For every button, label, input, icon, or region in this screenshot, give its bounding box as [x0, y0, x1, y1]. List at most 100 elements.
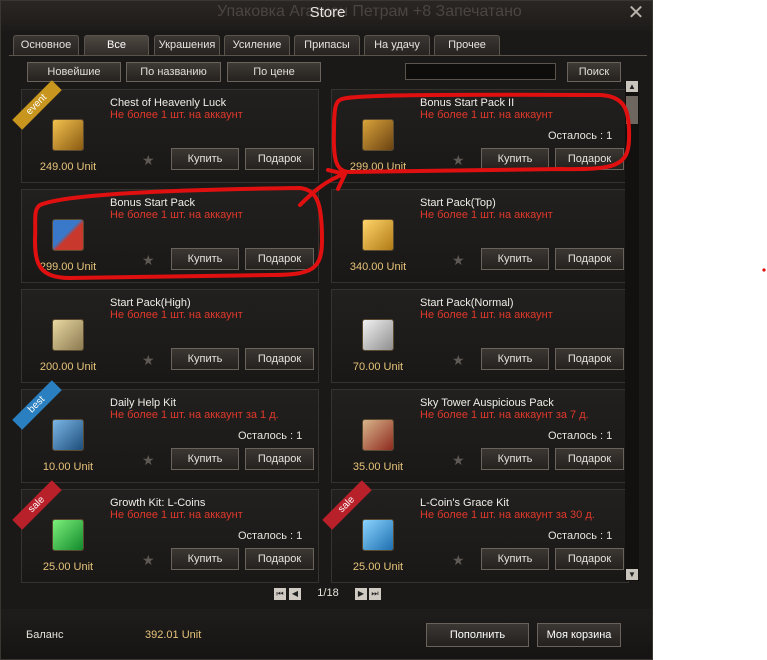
blue-gift-box-icon [362, 519, 394, 551]
gift-button[interactable]: Подарок [245, 248, 314, 270]
stock-remaining: Осталось : 1 [238, 530, 303, 542]
gift-button[interactable]: Подарок [245, 348, 314, 370]
gift-button[interactable]: Подарок [245, 448, 314, 470]
product-price: 25.00 Unit [352, 561, 404, 573]
product-card: sale L-Coin's Grace Kit Не более 1 шт. на … [322, 480, 629, 583]
product-price: 35.00 Unit [352, 461, 404, 473]
topup-button[interactable]: Пополнить [426, 623, 529, 647]
stock-remaining: Осталось : 1 [548, 130, 613, 142]
product-name: Start Pack(High) [110, 297, 191, 309]
product-name: Chest of Heavenly Luck [110, 97, 227, 109]
red-chest-icon [362, 419, 394, 451]
page-indicator: 1/18 [317, 587, 339, 599]
purchase-limit: Не более 1 шт. на аккаунт [420, 209, 553, 221]
product-price: 70.00 Unit [352, 361, 404, 373]
buy-button[interactable]: Купить [481, 248, 549, 270]
purchase-limit: Не более 1 шт. на аккаунт [420, 109, 553, 121]
close-icon[interactable]: ✕ [625, 2, 647, 24]
favorite-star-icon[interactable]: ★ [452, 152, 465, 169]
buy-button[interactable]: Купить [481, 348, 549, 370]
buy-button[interactable]: Купить [171, 248, 239, 270]
sort-newest-button[interactable]: Новейшие [27, 62, 121, 82]
buy-button[interactable]: Купить [171, 448, 239, 470]
product-price: 10.00 Unit [42, 461, 94, 473]
gift-button[interactable]: Подарок [555, 548, 624, 570]
product-card: Sky Tower Auspicious Pack Не более 1 шт. … [331, 389, 629, 483]
purchase-limit: Не более 1 шт. на аккаунт [110, 209, 243, 221]
scroll-down-icon[interactable]: ▼ [626, 569, 638, 580]
buy-button[interactable]: Купить [481, 548, 549, 570]
product-list-scrollbar[interactable]: ▲ ▼ [625, 81, 639, 581]
product-list: event Chest of Heavenly Luck Не более 1 шт… [12, 80, 629, 585]
gold-silver-chest-icon [52, 319, 84, 351]
next-page-icon[interactable]: ▶ [355, 588, 367, 600]
sort-by-price-button[interactable]: По цене [227, 62, 321, 82]
stock-remaining: Осталось : 1 [238, 430, 303, 442]
gift-button[interactable]: Подарок [245, 548, 314, 570]
product-name: Start Pack(Top) [420, 197, 496, 209]
treasure-box-icon [362, 119, 394, 151]
tab-main[interactable]: Основное [13, 35, 79, 56]
store-window: Упаковка Агатион Петрам +8 Запечатано St… [0, 0, 653, 660]
favorite-star-icon[interactable]: ★ [142, 152, 155, 169]
product-card: best Daily Help Kit Не более 1 шт. на акка… [12, 380, 319, 483]
product-name: Growth Kit: L-Coins [110, 497, 206, 509]
sort-by-name-button[interactable]: По названию [126, 62, 221, 82]
favorite-star-icon[interactable]: ★ [142, 252, 155, 269]
gift-button[interactable]: Подарок [555, 148, 624, 170]
favorite-star-icon[interactable]: ★ [142, 552, 155, 569]
favorite-star-icon[interactable]: ★ [452, 352, 465, 369]
product-name: Start Pack(Normal) [420, 297, 514, 309]
gift-button[interactable]: Подарок [555, 248, 624, 270]
tab-enhancement[interactable]: Усиление [224, 35, 290, 56]
product-name: Bonus Start Pack II [420, 97, 515, 109]
purchase-limit: Не более 1 шт. на аккаунт [110, 509, 243, 521]
product-name: Sky Tower Auspicious Pack [420, 397, 554, 409]
product-price: 200.00 Unit [39, 361, 97, 373]
tab-supplies[interactable]: Припасы [294, 35, 360, 56]
product-card: Bonus Start Pack Не более 1 шт. на аккаун… [21, 189, 319, 283]
buy-button[interactable]: Купить [481, 148, 549, 170]
gift-button[interactable]: Подарок [555, 348, 624, 370]
balance-label: Баланс [26, 629, 64, 641]
favorite-star-icon[interactable]: ★ [452, 252, 465, 269]
gift-button[interactable]: Подарок [245, 148, 314, 170]
blue-chest-icon [52, 419, 84, 451]
tab-all[interactable]: Все [84, 35, 149, 56]
favorite-star-icon[interactable]: ★ [142, 352, 155, 369]
purchase-limit: Не более 1 шт. на аккаунт за 7 д. [420, 409, 589, 421]
tab-jewelry[interactable]: Украшения [154, 35, 220, 56]
gift-button[interactable]: Подарок [555, 448, 624, 470]
product-price: 299.00 Unit [39, 261, 97, 273]
previous-page-icon[interactable]: ◀ [289, 588, 301, 600]
product-card: event Chest of Heavenly Luck Не более 1 шт… [12, 80, 319, 183]
green-gift-box-icon [52, 519, 84, 551]
purchase-limit: Не более 1 шт. на аккаунт [110, 309, 243, 321]
buy-button[interactable]: Купить [171, 348, 239, 370]
scroll-up-icon[interactable]: ▲ [626, 81, 638, 92]
purchase-limit: Не более 1 шт. на аккаунт [110, 109, 243, 121]
tab-other[interactable]: Прочее [434, 35, 500, 56]
last-page-icon[interactable]: ⏭ [369, 588, 381, 600]
first-page-icon[interactable]: ⏮ [274, 588, 286, 600]
buy-button[interactable]: Купить [171, 548, 239, 570]
product-price: 299.00 Unit [349, 161, 407, 173]
tab-luck[interactable]: На удачу [364, 35, 430, 56]
product-price: 340.00 Unit [349, 261, 407, 273]
product-card: Start Pack(High) Не более 1 шт. на аккаун… [21, 289, 319, 383]
search-input[interactable] [405, 63, 556, 80]
golden-chest-icon [52, 119, 84, 151]
buy-button[interactable]: Купить [171, 148, 239, 170]
product-name: Bonus Start Pack [110, 197, 195, 209]
buy-button[interactable]: Купить [481, 448, 549, 470]
scroll-thumb[interactable] [626, 96, 638, 124]
product-card: Bonus Start Pack II Не более 1 шт. на акк… [331, 89, 629, 183]
favorite-star-icon[interactable]: ★ [452, 552, 465, 569]
cart-button[interactable]: Моя корзина [537, 623, 621, 647]
favorite-star-icon[interactable]: ★ [452, 452, 465, 469]
product-name: Daily Help Kit [110, 397, 177, 409]
favorite-star-icon[interactable]: ★ [142, 452, 155, 469]
search-button[interactable]: Поиск [567, 62, 621, 82]
balance-value: 392.01 Unit [145, 629, 202, 641]
purchase-limit: Не более 1 шт. на аккаунт за 1 д. [110, 409, 279, 421]
